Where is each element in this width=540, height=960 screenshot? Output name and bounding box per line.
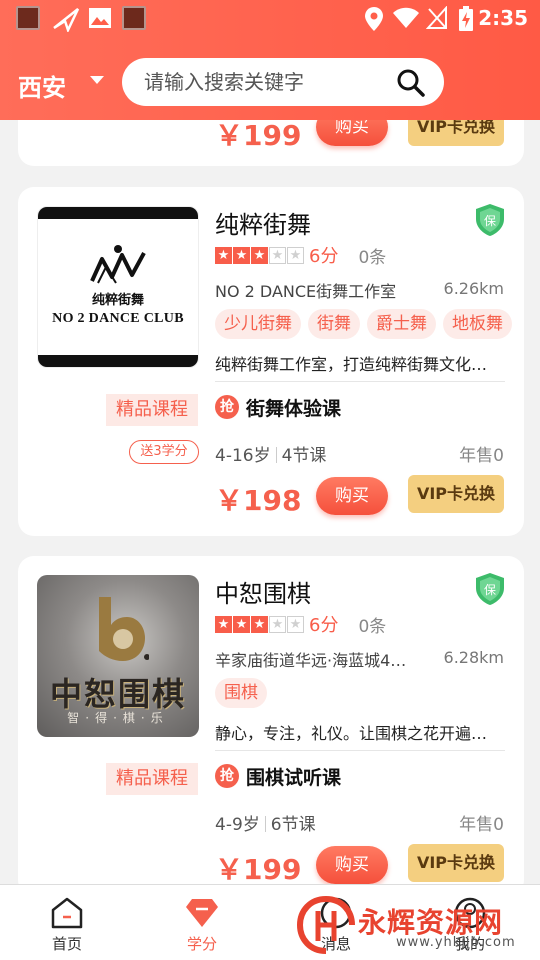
course-meta: 4-9岁 6节课 [215, 810, 316, 835]
divider [215, 750, 505, 751]
venue-address: 辛家庙街道华远·海蓝城4… [215, 651, 407, 670]
star-filled-icon: ★ [215, 615, 232, 633]
venue-description: 纯粹街舞工作室，打造纯粹街舞文化… [215, 355, 488, 374]
age-range: 4-16岁 [215, 446, 271, 466]
rating: ★ ★ ★ ★ ★ 6分 0条 [215, 613, 387, 637]
thumbnail-bar [38, 355, 198, 367]
review-count: 0条 [358, 247, 387, 268]
star-filled-icon: ★ [233, 246, 250, 264]
star-filled-icon: ★ [233, 615, 250, 633]
vip-exchange-button[interactable]: VIP卡兑换 [408, 844, 504, 882]
status-bar-overlay: 2:35 [0, 0, 540, 38]
review-count: 0条 [358, 616, 387, 637]
category-tag[interactable]: 围棋 [215, 678, 267, 708]
star-empty-icon: ★ [287, 246, 304, 264]
venue-distance: 6.26km [443, 279, 504, 298]
verified-shield-icon: 保 [476, 573, 504, 605]
status-time: 2:35 [478, 6, 528, 30]
location-icon [365, 7, 383, 31]
course-label: 精品课程 [106, 763, 198, 795]
watermark: 永辉资源网 www.yhkjjb.com [296, 895, 540, 957]
lesson-count: 6节课 [270, 815, 316, 835]
image-icon [89, 8, 111, 28]
star-empty-icon: ★ [269, 246, 286, 264]
tab-label: 学分 [186, 935, 217, 953]
send-icon [53, 8, 80, 32]
tag-list: 围棋 [215, 678, 274, 708]
price: ￥199 [215, 853, 302, 886]
venue-address: NO 2 DANCE街舞工作室 [215, 282, 397, 301]
category-tag[interactable]: 街舞 [308, 309, 360, 339]
star-filled-icon: ★ [215, 246, 232, 264]
chevron-down-icon[interactable] [90, 76, 104, 84]
svg-text:保: 保 [484, 214, 496, 228]
venue-distance: 6.28km [443, 648, 504, 667]
course-card[interactable]: 中恕围棋 智·得·棋·乐 中恕围棋 保 ★ ★ ★ ★ ★ 6分 0条 辛家庙街… [18, 556, 524, 896]
venue-title[interactable]: 中恕围棋 [215, 574, 311, 609]
rating: ★ ★ ★ ★ ★ 6分 0条 [215, 244, 387, 268]
dance-club-logo-icon [90, 245, 146, 284]
annual-sales: 年售0 [459, 446, 504, 466]
rating-score: 6分 [309, 615, 339, 636]
venue-title[interactable]: 纯粹街舞 [215, 205, 311, 240]
tab-home[interactable]: 首页 [17, 885, 117, 960]
thumbnail-sub-text: 智·得·棋·乐 [67, 711, 169, 725]
course-meta: 4-16岁 4节课 [215, 441, 326, 466]
buy-button[interactable]: 购买 [316, 846, 388, 884]
venue-thumbnail[interactable]: 中恕围棋 智·得·棋·乐 [37, 575, 199, 737]
course-name[interactable]: 街舞体验课 [246, 394, 341, 421]
lesson-count: 4节课 [281, 446, 327, 466]
svg-text:保: 保 [484, 583, 496, 597]
divider [215, 381, 505, 382]
buy-button[interactable]: 购买 [316, 477, 388, 515]
header-overlay: 2:35 西安 [0, 0, 540, 120]
course-card[interactable]: 纯粹街舞 NO 2 DANCE CLUB 纯粹街舞 保 ★ ★ ★ ★ ★ 6分… [18, 187, 524, 536]
credit-badge: 送3学分 [129, 440, 199, 464]
category-tag[interactable]: 地板舞 [443, 309, 512, 339]
tag-list: 少儿街舞 街舞 爵士舞 地板舞 [215, 309, 519, 339]
star-filled-icon: ★ [251, 615, 268, 633]
category-tag[interactable]: 爵士舞 [367, 309, 436, 339]
grab-icon: 抢 [215, 764, 239, 788]
course-name[interactable]: 围棋试听课 [246, 763, 341, 790]
star-empty-icon: ★ [269, 615, 286, 633]
meta-separator [275, 447, 277, 463]
meta-separator [264, 816, 266, 832]
category-tag[interactable]: 少儿街舞 [215, 309, 301, 339]
annual-sales: 年售0 [459, 815, 504, 835]
tab-label: 首页 [51, 935, 82, 953]
home-icon [51, 897, 83, 929]
star-empty-icon: ★ [287, 615, 304, 633]
grab-icon: 抢 [215, 395, 239, 419]
price: ￥199 [215, 119, 302, 152]
wifi-icon [393, 7, 419, 28]
search-input[interactable] [144, 66, 384, 98]
thumbnail-en-text: NO 2 DANCE CLUB [52, 311, 184, 326]
city-selector[interactable]: 西安 [18, 68, 66, 103]
battery-icon [459, 6, 473, 31]
no-signal-icon [426, 6, 447, 29]
verified-shield-icon: 保 [476, 204, 504, 236]
venue-thumbnail[interactable]: 纯粹街舞 NO 2 DANCE CLUB [37, 206, 199, 368]
rating-score: 6分 [309, 246, 339, 267]
thumbnail-cn-text: 纯粹街舞 [91, 293, 144, 308]
search-bar[interactable] [122, 58, 444, 106]
search-icon[interactable] [396, 68, 426, 98]
go-club-logo-icon [99, 597, 149, 661]
thumbnail-bar [38, 207, 198, 219]
diamond-icon [186, 899, 218, 927]
course-label: 精品课程 [106, 394, 198, 426]
notification-icon [16, 6, 40, 30]
price: ￥198 [215, 484, 302, 517]
app-icon [122, 6, 146, 30]
watermark-url: www.yhkjjb.com [396, 935, 516, 950]
watermark-logo-icon [296, 896, 355, 954]
age-range: 4-9岁 [215, 815, 260, 835]
vip-exchange-button[interactable]: VIP卡兑换 [408, 475, 504, 513]
venue-description: 静心，专注，礼仪。让围棋之花开遍… [215, 724, 488, 743]
tab-learn[interactable]: 学分 [152, 885, 252, 960]
star-filled-icon: ★ [251, 246, 268, 264]
